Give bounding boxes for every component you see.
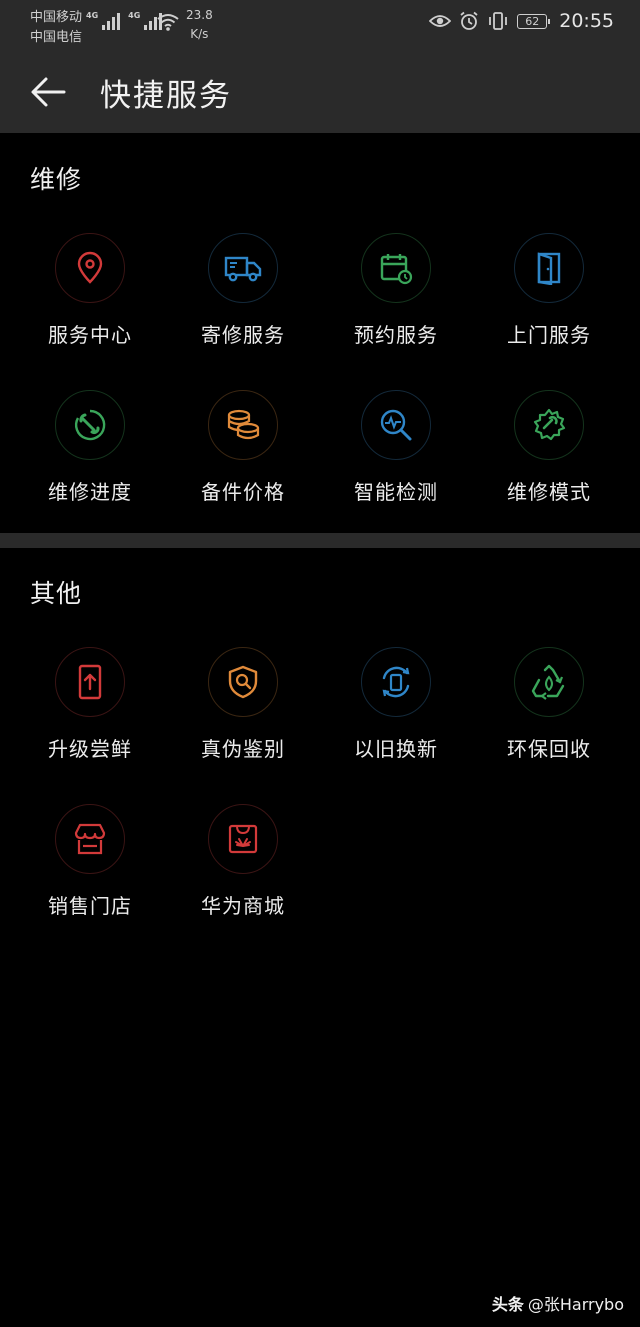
page-title: 快捷服务 <box>100 78 232 114</box>
shield-search-icon <box>208 647 278 717</box>
appointment-service-button[interactable]: 预约服务 <box>321 233 471 373</box>
tile-label: 寄修服务 <box>201 323 285 347</box>
eco-recycle-button[interactable]: 环保回收 <box>474 647 624 787</box>
huawei-mall-icon <box>208 804 278 874</box>
location-pin-icon <box>55 233 125 303</box>
back-arrow-icon[interactable] <box>28 72 68 112</box>
trade-in-icon <box>361 647 431 717</box>
clock: 20:55 <box>559 10 614 32</box>
tile-label: 上门服务 <box>507 323 591 347</box>
retail-store-button[interactable]: 销售门店 <box>15 804 165 944</box>
tile-label: 维修模式 <box>507 480 591 504</box>
section-divider <box>0 533 640 548</box>
carrier-2: 中国电信 <box>30 30 83 45</box>
tile-label: 服务中心 <box>48 323 132 347</box>
service-center-button[interactable]: 服务中心 <box>15 233 165 373</box>
delivery-truck-icon <box>208 233 278 303</box>
section-title-other: 其他 <box>30 579 83 608</box>
diagnostic-search-icon <box>361 390 431 460</box>
mail-in-repair-button[interactable]: 寄修服务 <box>168 233 318 373</box>
smart-diagnosis-button[interactable]: 智能检测 <box>321 390 471 530</box>
tile-label: 以旧换新 <box>354 737 438 761</box>
watermark-brand: 头条 <box>491 1295 524 1314</box>
door-icon <box>514 233 584 303</box>
repair-mode-button[interactable]: 维修模式 <box>474 390 624 530</box>
parts-price-button[interactable]: 备件价格 <box>168 390 318 530</box>
repair-progress-button[interactable]: 维修进度 <box>15 390 165 530</box>
tile-label: 真伪鉴别 <box>201 737 285 761</box>
status-bar: 中国移动 中国电信 4G 4G 23.8 K/s 62 20:55 <box>0 0 640 50</box>
gear-wrench-icon <box>514 390 584 460</box>
wifi-icon <box>157 14 179 31</box>
tile-label: 销售门店 <box>48 894 132 918</box>
authenticity-check-button[interactable]: 真伪鉴别 <box>168 647 318 787</box>
coins-icon <box>208 390 278 460</box>
net-speed: 23.8 K/s <box>186 8 213 41</box>
trade-in-button[interactable]: 以旧换新 <box>321 647 471 787</box>
signal-icon <box>102 12 121 30</box>
wrench-progress-icon <box>55 390 125 460</box>
calendar-clock-icon <box>361 233 431 303</box>
tile-label: 华为商城 <box>201 894 285 918</box>
tile-label: 升级尝鲜 <box>48 737 132 761</box>
recycle-icon <box>514 647 584 717</box>
network-type-2: 4G <box>128 11 141 20</box>
network-type-1: 4G <box>86 11 99 20</box>
vibrate-icon <box>489 12 508 30</box>
app-bar: 快捷服务 <box>0 50 640 133</box>
tile-label: 智能检测 <box>354 480 438 504</box>
tile-label: 预约服务 <box>354 323 438 347</box>
carrier-1: 中国移动 <box>30 10 83 25</box>
huawei-mall-button[interactable]: 华为商城 <box>168 804 318 944</box>
eye-comfort-icon <box>429 15 452 27</box>
battery-level: 62 <box>525 14 540 28</box>
store-icon <box>55 804 125 874</box>
phone-upgrade-icon <box>55 647 125 717</box>
signal-indicators: 4G 4G <box>86 6 163 30</box>
alarm-icon <box>460 11 478 30</box>
onsite-service-button[interactable]: 上门服务 <box>474 233 624 373</box>
watermark: 头条 @张Harrybo <box>492 1291 624 1315</box>
tile-label: 环保回收 <box>507 737 591 761</box>
tile-label: 备件价格 <box>201 480 285 504</box>
beta-upgrade-button[interactable]: 升级尝鲜 <box>15 647 165 787</box>
watermark-handle: @张Harrybo <box>527 1295 624 1314</box>
section-title-repair: 维修 <box>30 165 83 194</box>
tile-label: 维修进度 <box>48 480 132 504</box>
battery-icon: 62 <box>517 13 551 29</box>
